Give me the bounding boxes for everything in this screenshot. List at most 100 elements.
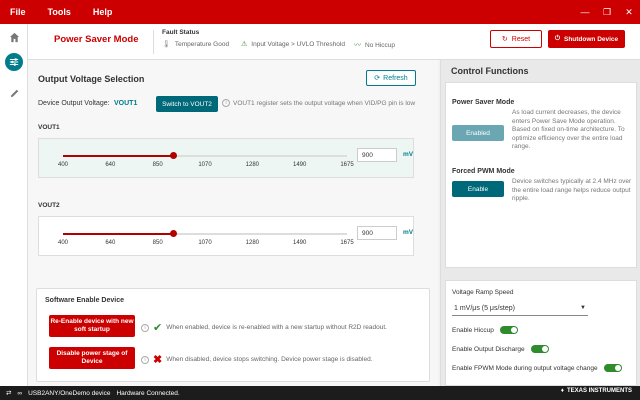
hiccup-toggle[interactable] [499, 326, 518, 334]
warning-icon: ⚠ [241, 41, 248, 48]
psm-enabled-button[interactable]: Enabled [452, 125, 504, 141]
software-enable-card: Software Enable Device Re-Enable device … [36, 288, 430, 382]
header: Power Saver Mode Fault Status 🌡 Temperat… [28, 24, 640, 60]
info-icon: i [141, 323, 149, 332]
main-panel: Output Voltage Selection ⟳ Refresh Devic… [28, 60, 438, 386]
switch-note: i VOUT1 register sets the output voltage… [222, 99, 415, 107]
slider-tick-label: 1490 [292, 240, 307, 246]
device-status: USB2ANY/OneDemo device [28, 389, 111, 397]
restore-button[interactable]: ❐ [596, 0, 618, 24]
fault-temperature: 🌡 Temperature Good [162, 40, 230, 49]
slider-tick-label: 1280 [245, 162, 260, 168]
menu-file[interactable]: File [10, 7, 26, 17]
refresh-icon: ⟳ [374, 75, 381, 82]
fault-status-title: Fault Status [162, 29, 200, 36]
vout2-slider-track[interactable] [63, 230, 347, 237]
connection-status: Hardware Connected. [116, 389, 180, 397]
shutdown-button[interactable]: ⏻ Shutdown Device [548, 30, 625, 48]
slider-tick-label: 1675 [340, 162, 354, 168]
ramp-speed-label: Voltage Ramp Speed [452, 289, 514, 296]
disable-power-stage-button[interactable]: Disable power stage of Device [49, 347, 135, 369]
check-icon: ✔ [153, 322, 163, 334]
psm-title: Power Saver Mode [452, 99, 515, 106]
fault-hiccup: 〰 No Hiccup [354, 41, 395, 50]
reenable-device-button[interactable]: Re-Enable device with new soft startup [49, 315, 135, 337]
switch-vout2-button[interactable]: Switch to VOUT2 [156, 96, 218, 112]
fpwm-title: Forced PWM Mode [452, 168, 515, 175]
vout1-slider-fill [63, 155, 174, 157]
vout1-slider-track[interactable] [63, 152, 347, 159]
device-output-value: VOUT1 [114, 100, 138, 107]
discharge-row: Enable Output Discharge [452, 345, 549, 353]
fpwm-description: Device switches typically at 2.4 MHz ove… [512, 178, 632, 202]
vout2-slider-box: 400 640 850 1070 1280 1490 1675 900 mV [38, 216, 414, 256]
info-icon: i [222, 99, 230, 107]
page-title: Power Saver Mode [54, 34, 139, 45]
menu-help[interactable]: Help [93, 7, 113, 17]
usb-icon: ⇄ [6, 390, 12, 397]
slider-tick-label: 1490 [292, 162, 307, 168]
settings-card: Voltage Ramp Speed 1 mV/μs (5 μs/step) ▼… [445, 280, 637, 386]
ti-logo-icon: ♦ [560, 388, 564, 394]
refresh-button[interactable]: ⟳ Refresh [366, 70, 416, 86]
ramp-speed-select[interactable]: 1 mV/μs (5 μs/step) ▼ [452, 302, 588, 316]
fpwm-change-toggle[interactable] [603, 364, 622, 372]
chevron-down-icon: ▼ [580, 305, 586, 311]
control-functions-title: Control Functions [451, 66, 529, 76]
vout2-unit: mV [403, 229, 414, 236]
output-voltage-card: Output Voltage Selection ⟳ Refresh Devic… [36, 68, 430, 280]
link-icon: ∞ [17, 389, 23, 397]
home-icon[interactable] [7, 30, 21, 44]
mode-card: Power Saver Mode Enabled As load current… [445, 82, 637, 268]
minimize-button[interactable]: — [574, 0, 596, 24]
slider-tick-label: 1070 [198, 162, 212, 168]
title-bar: File Tools Help — ❐ ✕ [0, 0, 640, 24]
pencil-icon[interactable] [7, 86, 21, 100]
device-output-label: Device Output Voltage: [38, 100, 110, 107]
ti-logo: ♦ TEXAS INSTRUMENTS [560, 388, 632, 394]
slider-tick-label: 1280 [245, 240, 260, 246]
control-functions-panel: Control Functions Power Saver Mode Enabl… [440, 60, 640, 386]
reset-button[interactable]: ↻ Reset [490, 30, 542, 48]
vout1-slider-box: 400 640 850 1070 1280 1490 1675 900 mV [38, 138, 414, 178]
wave-icon: 〰 [354, 42, 361, 49]
sliders-icon[interactable] [5, 53, 23, 71]
slider-tick-label: 400 [57, 162, 69, 168]
slider-tick-label: 850 [152, 162, 163, 168]
left-nav-rail [0, 24, 28, 386]
reenable-note: i ✔ When enabled, device is re-enabled w… [141, 321, 387, 334]
vout1-slider-thumb[interactable] [170, 152, 178, 159]
slider-tick-label: 640 [105, 240, 116, 246]
window-controls: — ❐ ✕ [574, 0, 640, 24]
close-button[interactable]: ✕ [618, 0, 640, 24]
fpwm-enable-button[interactable]: Enable [452, 181, 504, 197]
menu-tools[interactable]: Tools [48, 7, 71, 17]
reset-icon: ↻ [501, 36, 508, 43]
fault-input-voltage: ⚠ Input Voltage > UVLO Threshold [241, 40, 345, 49]
vout2-slider-fill [63, 233, 174, 235]
vout1-unit: mV [403, 151, 414, 158]
slider-tick-label: 1675 [340, 240, 354, 246]
slider-tick-label: 850 [152, 240, 163, 246]
vout1-input[interactable]: 900 [357, 148, 397, 162]
cross-icon: ✖ [153, 354, 163, 366]
power-icon: ⏻ [554, 35, 560, 42]
thermometer-icon: 🌡 [162, 41, 171, 48]
output-voltage-title: Output Voltage Selection [38, 74, 145, 84]
discharge-toggle[interactable] [530, 345, 549, 353]
status-bar: ⇄ ∞ USB2ANY/OneDemo device Hardware Conn… [0, 386, 640, 400]
fpwm-change-row: Enable FPWM Mode during output voltage c… [452, 364, 622, 372]
info-icon: i [141, 355, 149, 364]
slider-tick-label: 1070 [198, 240, 212, 246]
vout1-label: VOUT1 [38, 124, 60, 131]
software-enable-title: Software Enable Device [45, 297, 124, 304]
hiccup-row: Enable Hiccup [452, 326, 518, 334]
psm-description: As load current decreases, the device en… [512, 109, 625, 150]
vout2-input[interactable]: 900 [357, 226, 397, 240]
header-divider [153, 30, 154, 54]
vout2-slider-thumb[interactable] [170, 230, 178, 237]
slider-tick-label: 400 [57, 240, 69, 246]
slider-tick-label: 640 [105, 162, 116, 168]
vout2-label: VOUT2 [38, 202, 60, 209]
disable-note: i ✖ When disabled, device stops switchin… [141, 353, 373, 366]
